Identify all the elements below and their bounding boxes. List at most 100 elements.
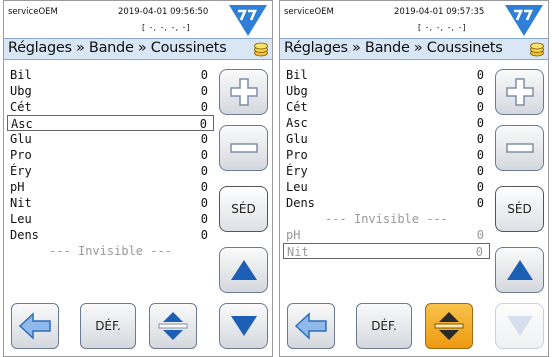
sed-button-label: SÉD <box>507 202 532 216</box>
list-item[interactable]: Glu 0 <box>7 131 214 147</box>
sed-button-label: SÉD <box>231 202 256 216</box>
status-bar: serviceOEM 2019-04-01 09:57:35 [ -, -, -… <box>280 1 548 37</box>
list-item[interactable]: Bil 0 <box>283 67 490 83</box>
pad-label: Éry <box>10 164 32 178</box>
user-name: serviceOEM <box>8 7 58 17</box>
pad-value: 0 <box>200 196 208 210</box>
breadcrumb-text: Réglages » Bande » Coussinets <box>284 40 503 56</box>
pad-value: 0 <box>200 84 208 98</box>
pad-label: Asc <box>286 116 308 130</box>
plus-icon <box>229 78 258 106</box>
list-item[interactable]: Éry 0 <box>7 163 214 179</box>
back-button[interactable] <box>287 303 335 349</box>
pad-label: Pro <box>286 148 308 162</box>
plus-icon <box>505 78 534 106</box>
pad-value: 0 <box>200 212 208 226</box>
list-item[interactable]: Pro 0 <box>283 147 490 163</box>
status-bar: serviceOEM 2019-04-01 09:56:50 [ -, -, -… <box>4 1 272 37</box>
pad-value: 0 <box>200 148 208 162</box>
list-item[interactable]: Dens 0 <box>7 227 214 243</box>
date-time: 2019-04-01 09:56:50 <box>118 7 209 17</box>
user-name: serviceOEM <box>284 7 334 17</box>
move-down-button[interactable] <box>495 303 544 349</box>
pad-value: 0 <box>200 180 208 194</box>
def-button[interactable]: DÉF. <box>356 303 412 349</box>
sed-button[interactable]: SÉD <box>219 186 268 232</box>
pad-value: 0 <box>476 84 484 98</box>
pad-label: Leu <box>286 180 308 194</box>
sed-button[interactable]: SÉD <box>495 186 544 232</box>
list-item[interactable]: Glu 0 <box>283 131 490 147</box>
minus-icon <box>229 143 258 153</box>
coins-icon[interactable] <box>253 41 269 57</box>
invisible-separator: --- Invisible --- <box>49 244 172 258</box>
pad-value: 0 <box>200 228 208 242</box>
move-down-button[interactable] <box>219 303 268 349</box>
pad-value: 0 <box>476 148 484 162</box>
move-up-button[interactable] <box>495 247 544 293</box>
invisible-separator: --- Invisible --- <box>325 212 448 226</box>
pad-list: Bil 0 Ubg 0 Cét 0 Asc 0 Glu 0 Pro 0 Éry 0 pH 0 N… <box>7 67 214 259</box>
reorder-button[interactable] <box>425 303 473 349</box>
minus-icon <box>505 143 534 153</box>
pad-label: Nit <box>287 245 309 259</box>
pad-value: 0 <box>476 196 484 210</box>
pad-label: Ubg <box>10 84 32 98</box>
list-item[interactable]: Ubg 0 <box>283 83 490 99</box>
list-item[interactable]: Leu 0 <box>283 179 490 195</box>
reorder-icon <box>158 312 188 340</box>
pad-label: Ubg <box>286 84 308 98</box>
pad-label: Asc <box>11 117 33 131</box>
pad-value: 0 <box>475 245 483 259</box>
coins-icon[interactable] <box>529 41 545 57</box>
pad-label: Nit <box>10 196 32 210</box>
pad-value: 0 <box>200 100 208 114</box>
pad-label: pH <box>286 228 301 242</box>
pad-label: Éry <box>286 164 308 178</box>
pad-label: Leu <box>10 212 32 226</box>
breadcrumb: Réglages » Bande » Coussinets <box>280 38 548 60</box>
list-item-hidden[interactable]: pH 0 <box>283 227 490 243</box>
pad-list: Bil 0 Ubg 0 Cét 0 Asc 0 Glu 0 Pro 0 Éry 0 Leu 0 … <box>283 67 490 259</box>
list-item[interactable]: Leu 0 <box>7 211 214 227</box>
plus-button[interactable] <box>495 69 544 115</box>
pad-value: 0 <box>476 180 484 194</box>
list-item[interactable]: Ubg 0 <box>7 83 214 99</box>
list-item[interactable]: pH 0 <box>7 179 214 195</box>
position-readout: [ -, -, -, -] <box>142 23 191 32</box>
list-item[interactable]: Cét 0 <box>283 99 490 115</box>
pad-value: 0 <box>476 132 484 146</box>
list-item[interactable]: Dens 0 <box>283 195 490 211</box>
back-button[interactable] <box>11 303 59 349</box>
triangle-down-icon <box>230 316 257 336</box>
date-time: 2019-04-01 09:57:35 <box>394 7 485 17</box>
list-item[interactable]: Éry 0 <box>283 163 490 179</box>
pad-label: Glu <box>286 132 308 146</box>
position-readout: [ -, -, -, -] <box>418 23 467 32</box>
list-item-selected[interactable]: Nit 0 <box>283 243 490 259</box>
pad-value: 0 <box>476 228 484 242</box>
pad-label: pH <box>10 180 25 194</box>
list-item[interactable]: Pro 0 <box>7 147 214 163</box>
minus-button[interactable] <box>219 125 268 171</box>
list-item[interactable]: Bil 0 <box>7 67 214 83</box>
pad-label: Bil <box>286 68 308 82</box>
plus-button[interactable] <box>219 69 268 115</box>
triangle-up-icon <box>506 260 533 280</box>
def-button[interactable]: DÉF. <box>80 303 136 349</box>
screen-left: serviceOEM 2019-04-01 09:56:50 [ -, -, -… <box>3 0 273 357</box>
list-item[interactable]: Asc 0 <box>283 115 490 131</box>
move-up-button[interactable] <box>219 247 268 293</box>
breadcrumb: Réglages » Bande » Coussinets <box>4 38 272 60</box>
pad-value: 0 <box>200 132 208 146</box>
reorder-icon <box>434 312 464 340</box>
list-item[interactable]: Cét 0 <box>7 99 214 115</box>
triangle-up-icon <box>230 260 257 280</box>
pad-label: Bil <box>10 68 32 82</box>
reorder-button[interactable] <box>149 303 197 349</box>
pad-label: Cét <box>286 100 308 114</box>
list-item[interactable]: Nit 0 <box>7 195 214 211</box>
minus-button[interactable] <box>495 125 544 171</box>
list-item-selected[interactable]: Asc 0 <box>7 115 214 131</box>
pad-label: Glu <box>10 132 32 146</box>
